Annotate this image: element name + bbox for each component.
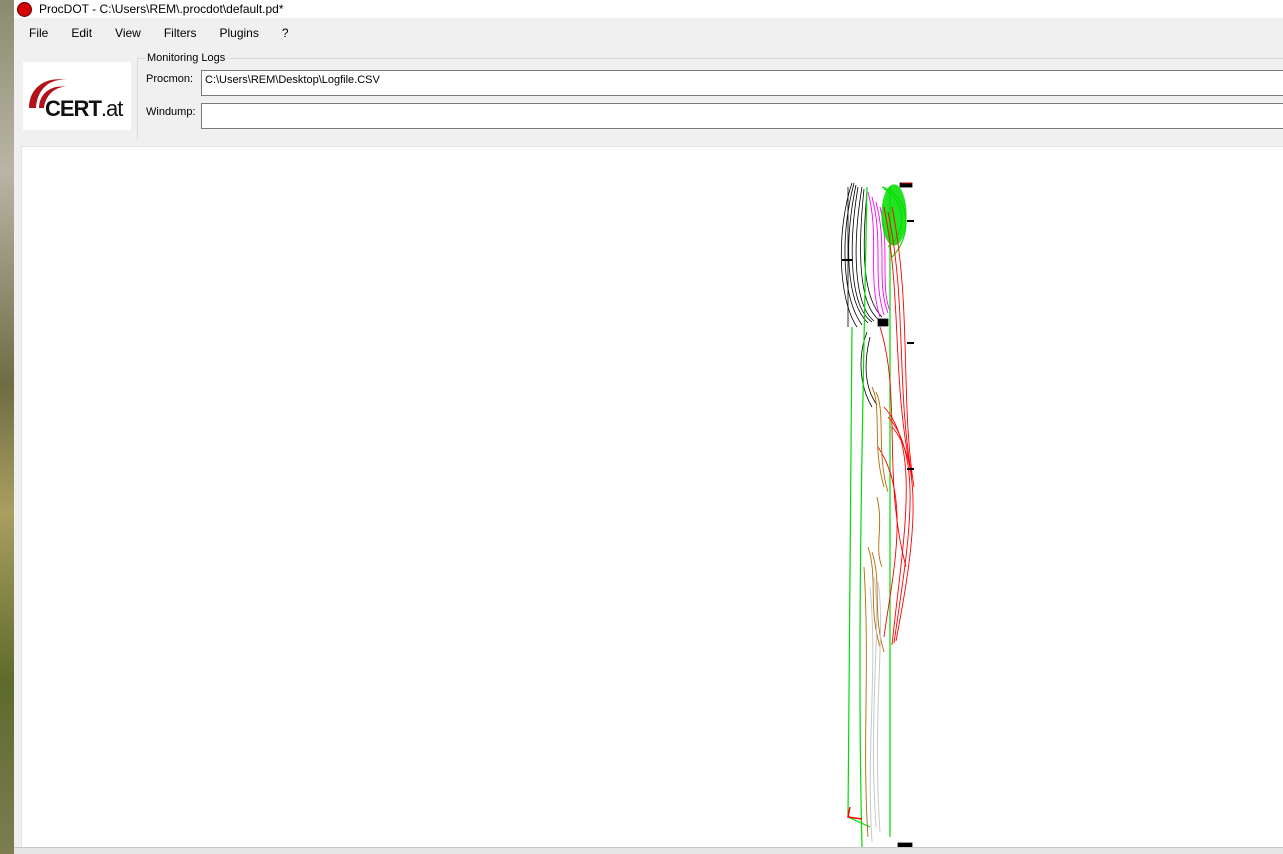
file-edges (847, 182, 915, 820)
process-graph[interactable] (22, 147, 1283, 847)
top-panel: CERT.at Monitoring Logs Procmon: C:\User… (14, 52, 1283, 140)
app-icon (17, 1, 32, 17)
cert-logo: CERT.at (23, 62, 131, 130)
monitoring-logs-group: Monitoring Logs Procmon: C:\Users\REM\De… (137, 52, 1283, 139)
cert-logo-text: CERT.at (45, 96, 123, 122)
menu-file[interactable]: File (22, 26, 60, 40)
graph-canvas[interactable] (21, 146, 1283, 847)
menu-bar: File Edit View Filters Plugins ? (14, 18, 1283, 48)
process-node-cluster[interactable] (840, 182, 913, 847)
menu-help[interactable]: ? (275, 26, 301, 40)
logo-suffix-text: .at (100, 96, 123, 121)
window-title: ProcDOT - C:\Users\REM\.procdot\default.… (39, 2, 284, 16)
windump-label: Windump: (146, 106, 196, 118)
logo-main-text: CERT (45, 96, 102, 121)
title-bar[interactable]: ProcDOT - C:\Users\REM\.procdot\default.… (14, 0, 1283, 18)
other-edges (869, 576, 882, 843)
monitoring-logs-legend: Monitoring Logs (145, 52, 228, 64)
desktop-background-strip (0, 0, 14, 854)
menu-edit[interactable]: Edit (64, 26, 104, 40)
registry-edges (863, 386, 889, 838)
procdot-window: ProcDOT - C:\Users\REM\.procdot\default.… (14, 0, 1283, 854)
menu-filters[interactable]: Filters (157, 26, 209, 40)
windump-input[interactable] (201, 103, 1283, 129)
menu-view[interactable]: View (108, 26, 153, 40)
procmon-input[interactable]: C:\Users\REM\Desktop\Logfile.CSV (201, 70, 1283, 96)
procmon-label: Procmon: (146, 73, 194, 85)
horizontal-scrollbar[interactable] (14, 847, 1283, 854)
menu-plugins[interactable]: Plugins (213, 26, 271, 40)
